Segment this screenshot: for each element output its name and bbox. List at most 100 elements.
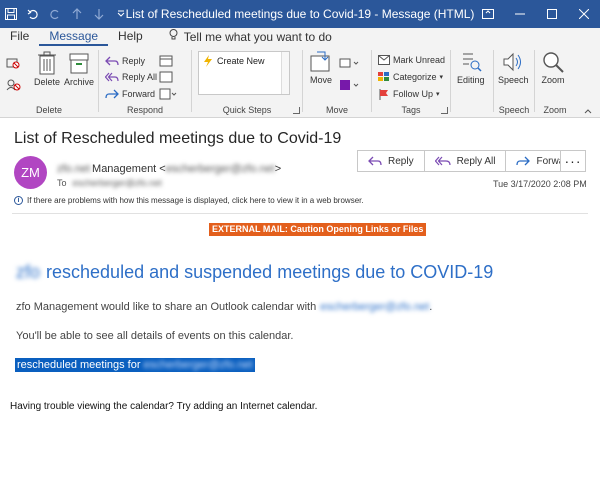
calendar-link[interactable]: rescheduled meetings for escherberger@zf… <box>15 358 255 372</box>
tags-group-label: Tags <box>401 105 421 115</box>
quick-steps-launcher[interactable] <box>293 107 300 114</box>
group-editing: Editing <box>451 48 493 116</box>
trash-icon <box>38 51 56 75</box>
message-subject: List of Rescheduled meetings due to Covi… <box>14 130 342 147</box>
info-bar[interactable]: i If there are problems with how this me… <box>14 196 364 205</box>
message-actions: Reply Reply All Forward <box>357 150 585 172</box>
follow-up-label: Follow Up <box>393 89 434 99</box>
reply-icon <box>105 56 119 65</box>
info-bar-text: If there are problems with how this mess… <box>27 196 364 205</box>
tab-help[interactable]: Help <box>108 28 153 46</box>
close-icon[interactable] <box>568 0 600 28</box>
speech-group-label: Speech <box>498 105 530 115</box>
delete-label: Delete <box>34 77 61 87</box>
delete-button[interactable]: Delete <box>34 50 60 87</box>
follow-up-button[interactable]: Follow Up ▾ <box>378 87 440 101</box>
respond-group-label: Respond <box>126 105 164 115</box>
down-arrow-icon[interactable] <box>88 0 110 28</box>
sender-org: zfo.net <box>57 163 91 175</box>
recipient-address[interactable]: escherberger@zfo.net <box>73 178 162 188</box>
group-zoom: Zoom Zoom <box>535 48 575 116</box>
external-mail-banner: EXTERNAL MAIL: Caution Opening Links or … <box>209 223 427 236</box>
move-icon <box>310 51 330 72</box>
group-move: Move Move <box>303 48 371 116</box>
body-heading: zfo rescheduled and suspended meetings d… <box>16 262 493 283</box>
undo-icon[interactable] <box>22 0 44 28</box>
lightning-icon <box>204 55 212 67</box>
tab-file[interactable]: File <box>0 28 39 46</box>
archive-button[interactable]: Archive <box>64 50 94 87</box>
zoom-button[interactable]: Zoom <box>541 50 565 85</box>
ribbon-tabs: File Message Help Tell me what you want … <box>0 28 600 46</box>
envelope-icon <box>378 55 390 65</box>
chevron-down-icon: ▾ <box>436 91 440 98</box>
quick-steps-scrollbar[interactable] <box>281 52 289 94</box>
collapse-ribbon-icon[interactable] <box>584 104 592 118</box>
flag-icon <box>379 88 388 100</box>
tags-launcher[interactable] <box>441 107 448 114</box>
more-actions-button[interactable]: ··· <box>560 150 586 172</box>
categorize-label: Categorize <box>393 72 437 82</box>
forward-button[interactable]: Forward <box>105 87 155 101</box>
group-speech: Speech Speech <box>494 48 534 116</box>
reply-all-action-button[interactable]: Reply All <box>424 150 507 172</box>
magnifier-icon <box>543 52 564 73</box>
reply-label: Reply <box>122 56 146 66</box>
categorize-button[interactable]: Categorize ▾ <box>378 70 443 84</box>
group-quick-steps: Create New Quick Steps <box>192 48 302 116</box>
lightbulb-icon <box>169 29 178 45</box>
share-email-link[interactable]: escherberger@zfo.net <box>320 301 429 313</box>
zoom-group-label: Zoom <box>543 105 567 115</box>
meeting-icon[interactable] <box>159 54 173 68</box>
onenote-icon[interactable] <box>339 78 361 92</box>
editing-label: Editing <box>457 75 485 85</box>
quick-steps-gallery: Create New <box>198 51 290 95</box>
share-text: zfo Management would like to share an Ou… <box>16 301 317 313</box>
mark-unread-button[interactable]: Mark Unread <box>378 53 445 67</box>
up-arrow-icon[interactable] <box>66 0 88 28</box>
avatar[interactable]: ZM <box>14 156 47 189</box>
archive-icon <box>69 53 89 74</box>
junk-icon[interactable] <box>6 78 22 92</box>
quick-steps-group-label: Quick Steps <box>222 105 272 115</box>
tell-me-label: Tell me what you want to do <box>183 30 332 44</box>
tab-message[interactable]: Message <box>39 28 109 46</box>
heading-org: zfo <box>16 262 41 282</box>
reading-pane-scrollbar[interactable] <box>588 118 600 493</box>
title-bar: List of Rescheduled meetings due to Covi… <box>0 0 600 28</box>
reply-button[interactable]: Reply <box>105 54 145 68</box>
move-button[interactable]: Move <box>309 50 333 85</box>
minimize-icon[interactable] <box>504 0 536 28</box>
email-close-bracket: > <box>274 163 282 175</box>
ribbon-display-icon[interactable] <box>472 0 504 28</box>
sender-email: escherberger@zfo.net <box>165 163 275 175</box>
editing-button[interactable]: Editing <box>457 50 485 85</box>
maximize-icon[interactable] <box>536 0 568 28</box>
customize-toolbar-icon[interactable] <box>110 0 132 28</box>
reply-all-label: Reply All <box>122 72 158 82</box>
redo-icon[interactable] <box>44 0 66 28</box>
create-new-quick-step[interactable]: Create New <box>199 52 289 70</box>
sender-name: Management <box>92 163 157 175</box>
more-respond-icon[interactable] <box>159 87 177 101</box>
im-icon[interactable] <box>159 70 173 84</box>
mark-unread-label: Mark Unread <box>393 55 446 65</box>
chevron-down-icon: ▾ <box>439 74 444 81</box>
search-replace-icon <box>462 53 482 72</box>
share-paragraph: zfo Management would like to share an Ou… <box>16 301 432 313</box>
save-icon[interactable] <box>0 0 22 28</box>
info-icon: i <box>14 196 23 205</box>
speech-label: Speech <box>498 75 529 85</box>
reply-all-button[interactable]: Reply All <box>105 70 157 84</box>
reply-action-button[interactable]: Reply <box>357 150 425 172</box>
calendar-link-text: rescheduled meetings for <box>17 359 141 371</box>
sender-line[interactable]: zfo.net Management < escherberger@zfo.ne… <box>57 163 281 175</box>
tell-me-search[interactable]: Tell me what you want to do <box>153 28 332 46</box>
delete-group-label: Delete <box>35 105 62 115</box>
recipient-line: To escherberger@zfo.net <box>57 178 162 188</box>
speech-button[interactable]: Speech <box>498 50 529 85</box>
rules-icon[interactable] <box>339 56 361 70</box>
ignore-icon[interactable] <box>6 56 20 70</box>
to-label: To <box>57 178 67 188</box>
create-new-label: Create New <box>217 56 265 66</box>
